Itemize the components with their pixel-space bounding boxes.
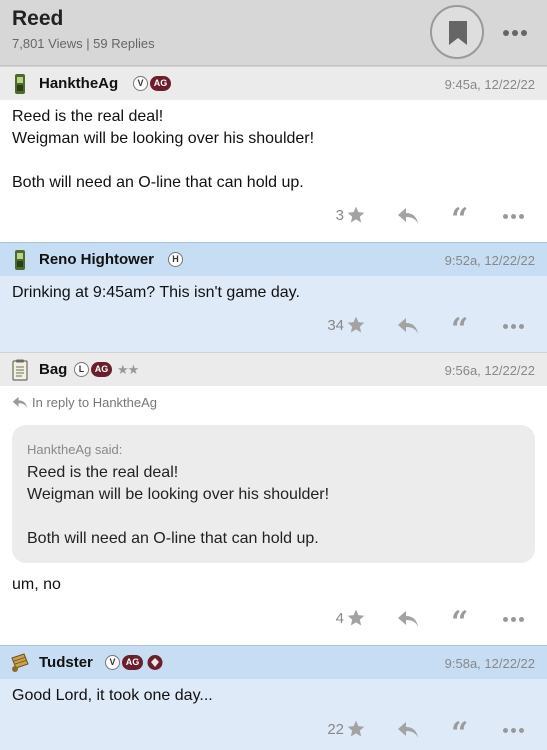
badge-h: H [168, 252, 183, 267]
username[interactable]: Reno Hightower [39, 251, 154, 268]
scroll-icon [11, 653, 29, 672]
shield-badge-icon [147, 655, 163, 670]
post-actions: 4 “ [0, 607, 547, 638]
quote-text: Reed is the real deal! Weigman will be l… [27, 464, 330, 547]
quoted-post: HanktheAg said: Reed is the real deal! W… [12, 425, 535, 563]
post-body: Drinking at 9:45am? This isn't game day. [12, 284, 300, 301]
quote-icon[interactable]: “ [451, 315, 468, 345]
reply-arrow-icon[interactable] [397, 317, 419, 335]
star-icon[interactable] [346, 205, 366, 225]
star-count: 3 [335, 207, 344, 224]
in-reply-to-link[interactable]: In reply to HanktheAg [12, 395, 157, 410]
bookmark-icon [449, 21, 467, 45]
ellipsis-icon [503, 728, 508, 733]
ellipsis-icon [503, 617, 508, 622]
thread-header: Reed 7,801 Views | 59 Replies [0, 0, 547, 66]
post-body: Good Lord, it took one day... [12, 687, 213, 704]
quote-icon[interactable]: “ [451, 608, 468, 638]
username[interactable]: HanktheAg [39, 75, 118, 92]
quote-attribution: HanktheAg said: [27, 442, 123, 457]
star-count: 22 [327, 721, 344, 738]
post-time: 9:52a, 12/22/22 [444, 253, 535, 268]
ellipsis-icon [503, 214, 508, 219]
badge-ag: AG [150, 76, 171, 91]
badge-ag: AG [122, 655, 143, 670]
in-reply-to-text: In reply to HanktheAg [32, 395, 158, 410]
post-body: Reed is the real deal! Weigman will be l… [12, 108, 315, 191]
post-more-button[interactable] [503, 616, 525, 624]
post-bag: Bag L AG ★★ 9:56a, 12/22/22 In reply to … [0, 352, 547, 645]
post-time: 9:45a, 12/22/22 [444, 77, 535, 92]
post-reno-hightower: Reno Hightower H 9:52a, 12/22/22 Drinkin… [0, 242, 547, 352]
phone-icon [15, 74, 25, 94]
badge-ag: AG [91, 362, 112, 377]
phone-icon [15, 250, 25, 270]
username[interactable]: Tudster [39, 654, 93, 671]
post-more-button[interactable] [503, 727, 525, 735]
post-header: HanktheAg V AG 9:45a, 12/22/22 [0, 66, 547, 100]
post-actions: 34 “ [0, 314, 547, 345]
post-time: 9:56a, 12/22/22 [444, 363, 535, 378]
post-more-button[interactable] [503, 323, 525, 331]
post-hanktheag: HanktheAg V AG 9:45a, 12/22/22 Reed is t… [0, 66, 547, 242]
reply-arrow-icon [12, 396, 28, 409]
post-header: Tudster V AG 9:58a, 12/22/22 [0, 645, 547, 679]
post-actions: 3 “ [0, 204, 547, 235]
post-header: Bag L AG ★★ 9:56a, 12/22/22 [0, 352, 547, 386]
post-body: um, no [12, 576, 61, 593]
badge-l: L [74, 362, 89, 377]
ellipsis-icon [503, 324, 508, 329]
star-count: 4 [335, 610, 344, 627]
ellipsis-icon [503, 30, 509, 36]
bookmark-button[interactable] [430, 5, 484, 59]
post-time: 9:58a, 12/22/22 [444, 656, 535, 671]
star-icon[interactable] [346, 315, 366, 335]
reply-arrow-icon[interactable] [397, 721, 419, 739]
star-icon[interactable] [346, 719, 366, 739]
notepad-icon [12, 359, 28, 381]
thread-title: Reed [12, 7, 64, 30]
post-more-button[interactable] [503, 213, 525, 221]
star-count: 34 [327, 317, 344, 334]
badge-v: V [105, 655, 120, 670]
post-header: Reno Hightower H 9:52a, 12/22/22 [0, 242, 547, 276]
rank-stars: ★★ [117, 362, 139, 377]
reply-arrow-icon[interactable] [397, 207, 419, 225]
quote-icon[interactable]: “ [451, 205, 468, 235]
username[interactable]: Bag [39, 361, 67, 378]
thread-more-button[interactable] [498, 21, 532, 45]
badge-v: V [133, 76, 148, 91]
star-icon[interactable] [346, 608, 366, 628]
reply-arrow-icon[interactable] [397, 610, 419, 628]
thread-stats: 7,801 Views | 59 Replies [12, 36, 155, 51]
quote-icon[interactable]: “ [451, 719, 468, 749]
post-tudster: Tudster V AG 9:58a, 12/22/22 Good Lord, … [0, 645, 547, 750]
post-actions: 22 “ [0, 718, 547, 749]
